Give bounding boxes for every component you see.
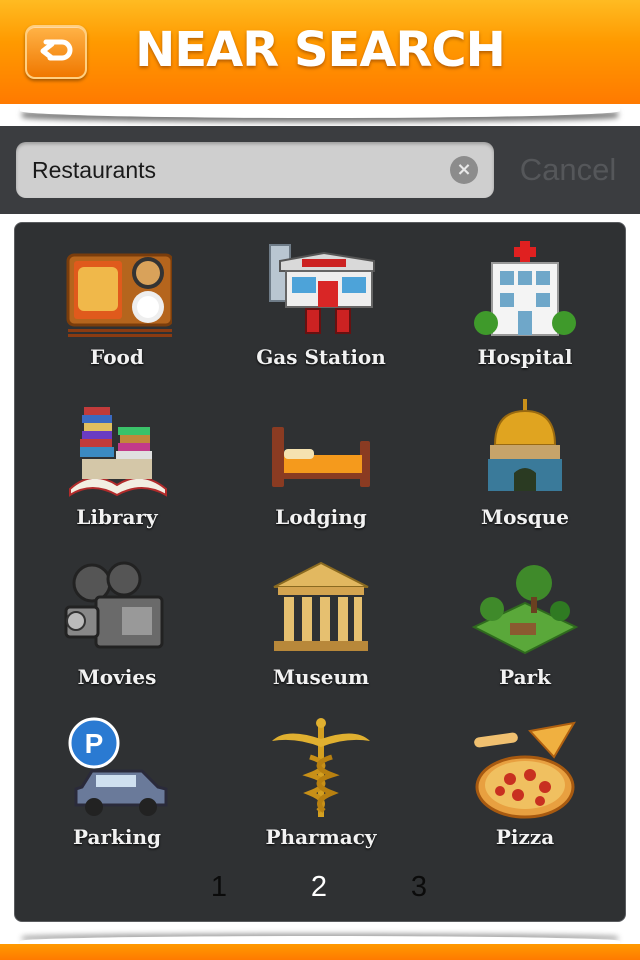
page-3-button[interactable]: 3 xyxy=(399,871,439,904)
bed-icon xyxy=(266,397,376,501)
page-indicator: 1 2 3 xyxy=(15,871,627,911)
books-icon xyxy=(62,397,172,501)
category-lodging[interactable]: Lodging xyxy=(219,383,423,543)
clear-icon[interactable]: × xyxy=(450,156,478,184)
search-field[interactable]: × xyxy=(16,142,494,198)
category-movies[interactable]: Movies xyxy=(15,543,219,703)
category-label: Food xyxy=(90,345,144,369)
movie-camera-icon xyxy=(62,557,172,661)
category-label: Pizza xyxy=(495,825,555,849)
category-label: Hospital xyxy=(477,345,573,369)
category-panel: Food Gas Station Hospital Library Lodgin… xyxy=(14,222,626,922)
category-hospital[interactable]: Hospital xyxy=(423,223,627,383)
category-museum[interactable]: Museum xyxy=(219,543,423,703)
category-mosque[interactable]: Mosque xyxy=(423,383,627,543)
category-pharmacy[interactable]: Pharmacy xyxy=(219,703,423,863)
gas-station-icon xyxy=(266,237,376,341)
category-label: Lodging xyxy=(275,505,367,529)
header-shadow-divider xyxy=(0,104,640,126)
category-label: Museum xyxy=(272,665,370,689)
cancel-button[interactable]: Cancel xyxy=(508,148,628,192)
category-label: Parking xyxy=(73,825,161,849)
page-1-button[interactable]: 1 xyxy=(199,871,239,904)
category-food[interactable]: Food xyxy=(15,223,219,383)
category-label: Library xyxy=(76,505,158,529)
category-label: Park xyxy=(499,665,551,689)
category-gas-station[interactable]: Gas Station xyxy=(219,223,423,383)
caduceus-icon xyxy=(266,717,376,821)
food-tray-icon xyxy=(62,237,172,341)
category-label: Movies xyxy=(77,665,157,689)
park-icon xyxy=(470,557,580,661)
category-park[interactable]: Park xyxy=(423,543,627,703)
page-title: NEAR SEARCH xyxy=(135,22,506,78)
app-header: NEAR SEARCH xyxy=(0,0,640,104)
search-input[interactable] xyxy=(32,142,442,198)
category-pizza[interactable]: Pizza xyxy=(423,703,627,863)
category-label: Mosque xyxy=(481,505,569,529)
svg-text:P: P xyxy=(85,728,104,759)
page-2-button[interactable]: 2 xyxy=(299,871,339,904)
category-label: Pharmacy xyxy=(265,825,377,849)
category-parking[interactable]: P Parking xyxy=(15,703,219,863)
category-library[interactable]: Library xyxy=(15,383,219,543)
search-bar: × Cancel xyxy=(0,126,640,214)
category-label: Gas Station xyxy=(256,345,386,369)
museum-icon xyxy=(266,557,376,661)
category-grid: Food Gas Station Hospital Library Lodgin… xyxy=(15,223,627,863)
parking-car-icon: P xyxy=(62,717,172,821)
footer-shadow-divider xyxy=(0,922,640,944)
footer-bar xyxy=(0,944,640,960)
pizza-icon xyxy=(470,717,580,821)
mosque-icon xyxy=(470,397,580,501)
hospital-icon xyxy=(470,237,580,341)
